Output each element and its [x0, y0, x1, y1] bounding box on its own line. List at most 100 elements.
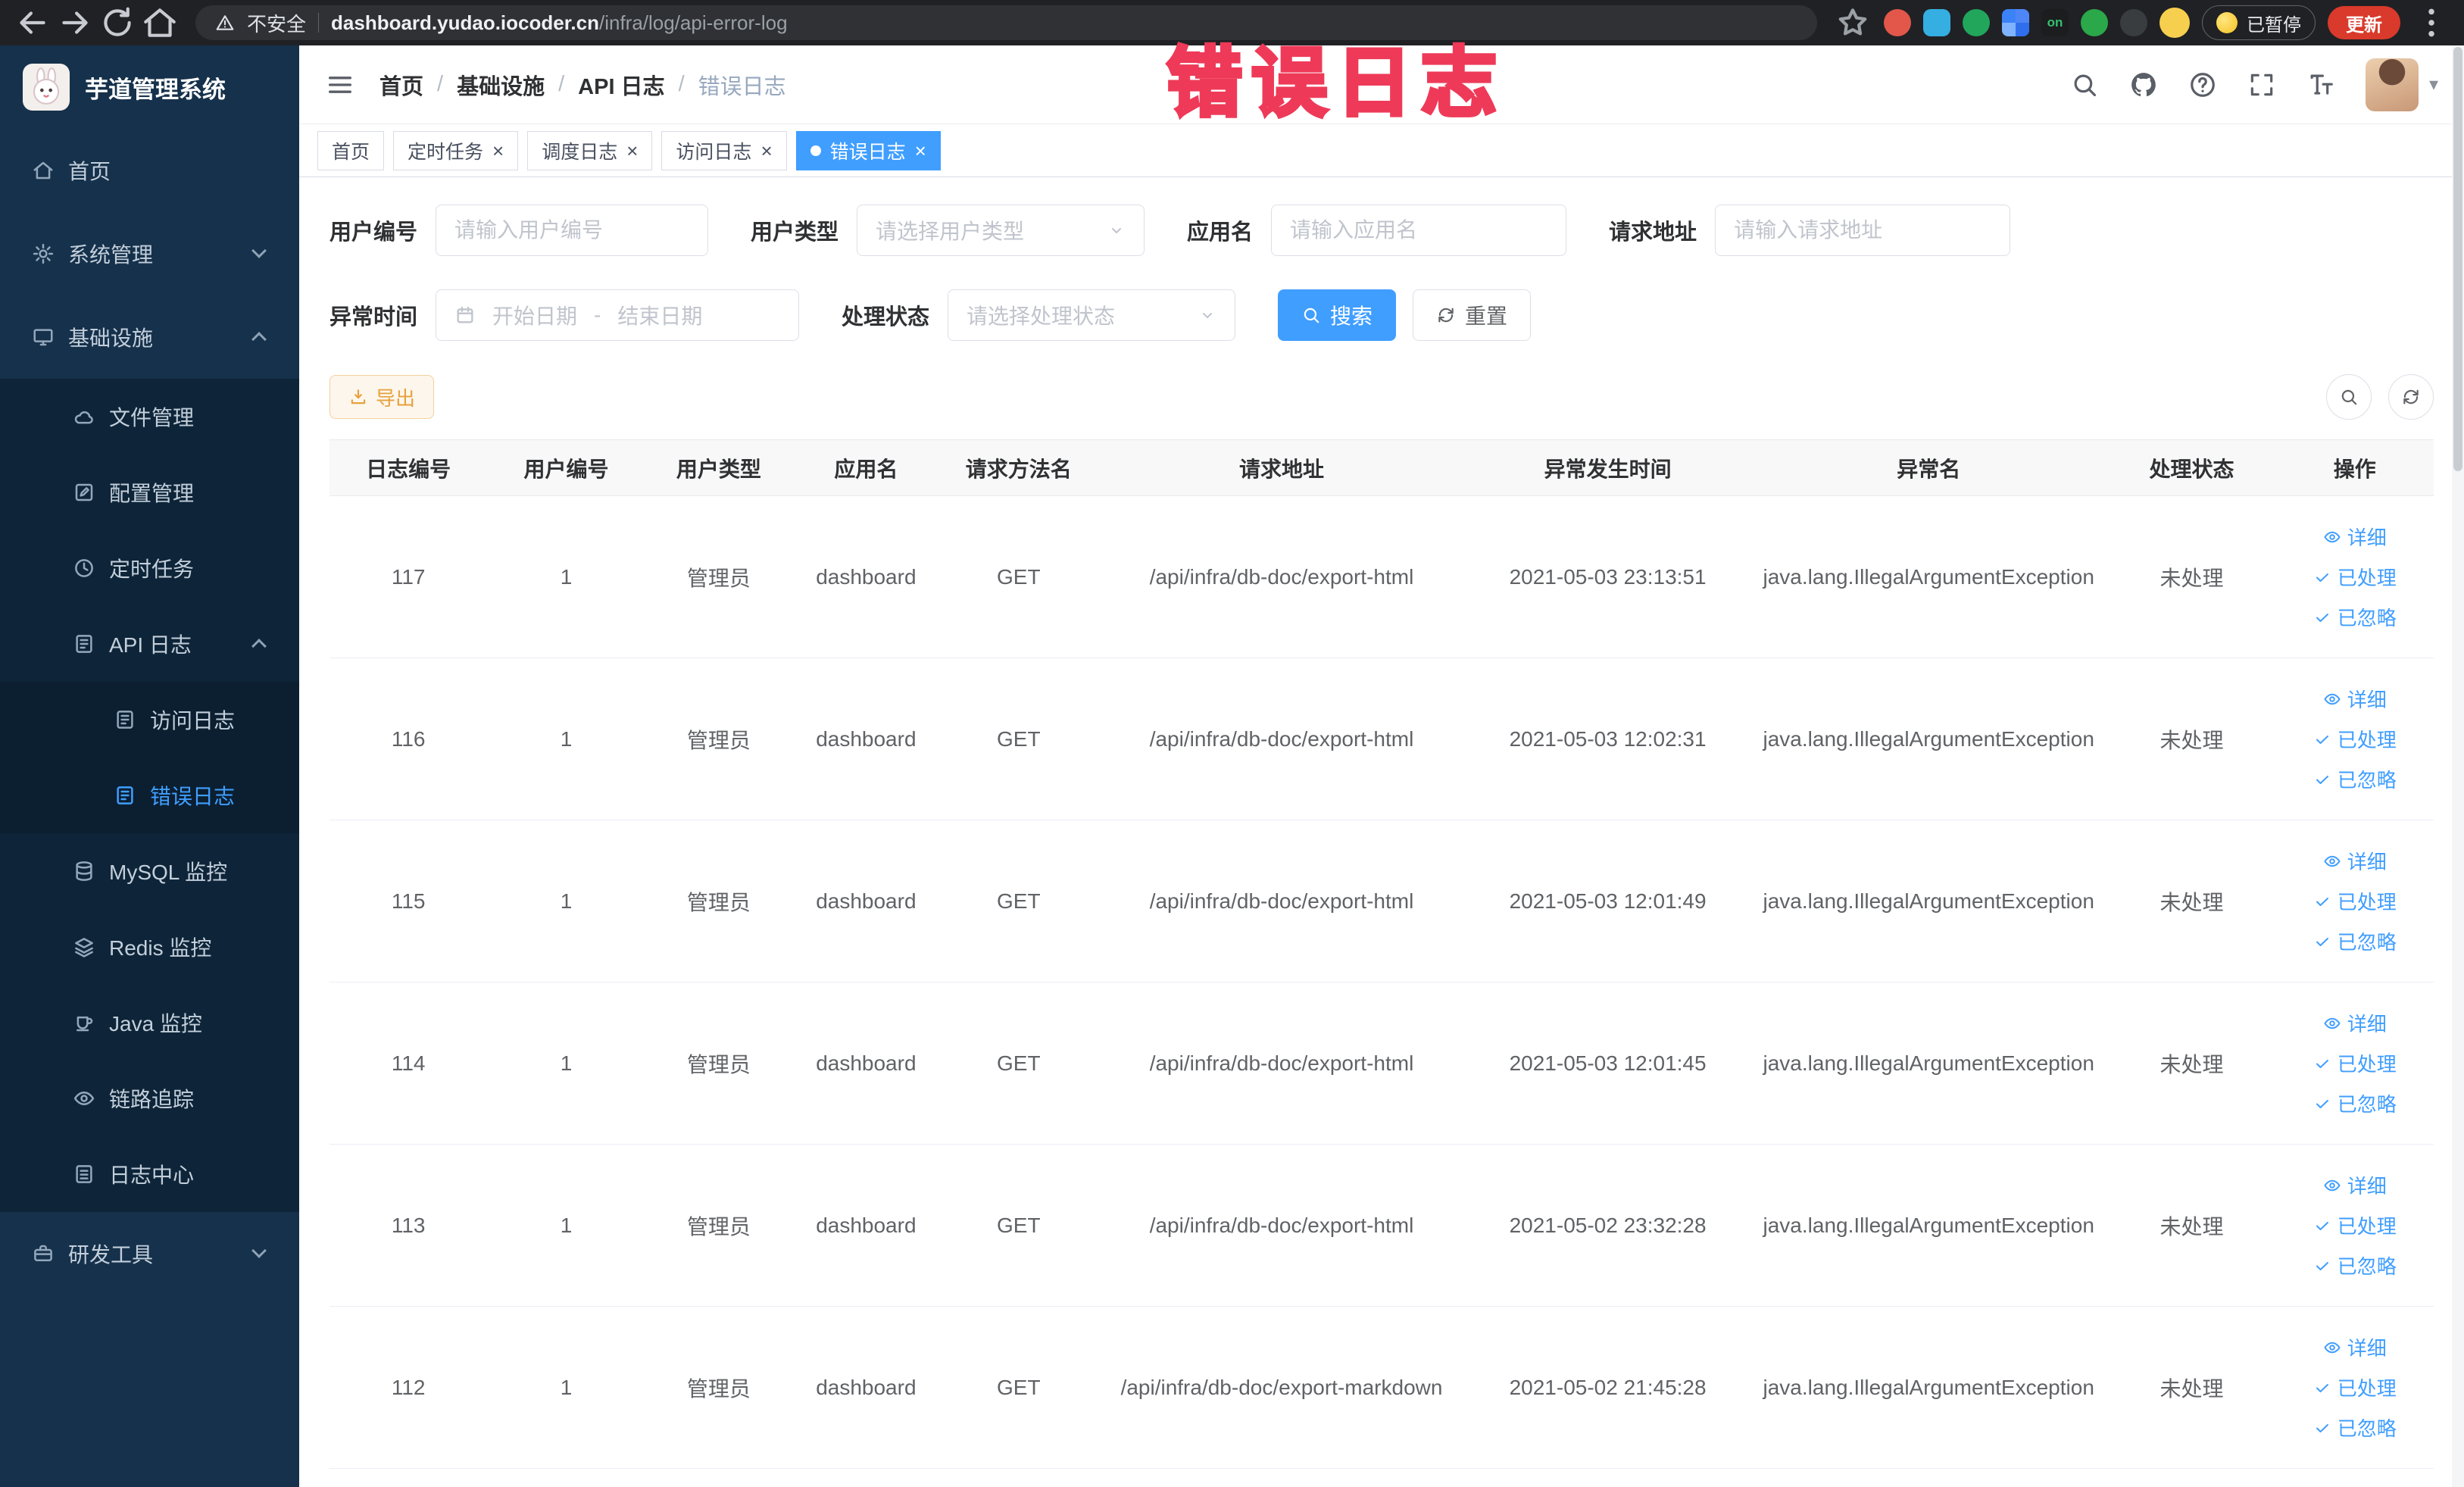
tab-home[interactable]: 首页 [317, 130, 385, 170]
user-menu[interactable]: ▾ [2365, 58, 2438, 111]
processed-link[interactable]: 已处理 [2313, 1211, 2397, 1239]
active-tab-dot [810, 145, 821, 156]
refresh-table-button[interactable] [2388, 374, 2434, 420]
tab-close-icon[interactable]: × [492, 141, 504, 161]
github-icon[interactable] [2129, 70, 2158, 99]
tab-api-error-log[interactable]: 错误日志 × [795, 130, 941, 170]
sidebar-item-home[interactable]: 首页 [0, 129, 299, 212]
forward-icon[interactable] [56, 4, 94, 42]
search-icon[interactable] [2070, 70, 2099, 99]
request-url-input[interactable] [1715, 205, 2011, 256]
ignored-link[interactable]: 已忽略 [2313, 1089, 2397, 1117]
ignored-link[interactable]: 已忽略 [2313, 765, 2397, 793]
sidebar-item-java[interactable]: Java 监控 [0, 985, 299, 1061]
sidebar-item-api-log[interactable]: API 日志 [0, 606, 299, 682]
processed-link[interactable]: 已处理 [2313, 1049, 2397, 1077]
extension-icon-red[interactable] [1884, 9, 1911, 36]
detail-link[interactable]: 详细 [2323, 847, 2387, 875]
processed-link[interactable]: 已处理 [2313, 1373, 2397, 1401]
sidebar-item-dev-tools[interactable]: 研发工具 [0, 1212, 299, 1295]
sidebar-item-job[interactable]: 定时任务 [0, 530, 299, 606]
toggle-search-button[interactable] [2326, 374, 2372, 420]
sidebar-item-file[interactable]: 文件管理 [0, 379, 299, 455]
user-type-select[interactable]: 请选择用户类型 [857, 205, 1145, 256]
action-label: 详细 [2347, 1337, 2387, 1360]
cell-url: /api/infra/db-doc/export-html [1097, 820, 1466, 982]
browser-profile-avatar[interactable] [2160, 8, 2190, 38]
extension-icon-paw[interactable] [2120, 9, 2147, 36]
log-icon [114, 784, 136, 807]
address-bar[interactable]: 不安全 dashboard.yudao.iocoder.cn/infra/log… [195, 5, 1817, 40]
sidebar-item-api-error-log[interactable]: 错误日志 [0, 758, 299, 833]
chevron-down-icon [1107, 221, 1126, 239]
detail-link[interactable]: 详细 [2323, 1009, 2387, 1037]
sidebar-item-label: MySQL 监控 [109, 861, 228, 884]
breadcrumb-item[interactable]: API 日志 [578, 69, 664, 101]
cell-user_id: 1 [487, 495, 645, 658]
scrollbar-thumb[interactable] [2453, 47, 2462, 471]
tab-close-icon[interactable]: × [915, 141, 926, 161]
action-label: 已忽略 [2337, 1255, 2397, 1278]
paused-chip[interactable]: 已暂停 [2202, 5, 2316, 40]
extension-icon-grid[interactable] [2002, 9, 2029, 36]
extension-icon-on-badge[interactable]: on [2041, 9, 2069, 36]
end-date-placeholder: 结束日期 [617, 305, 703, 328]
processed-link[interactable]: 已处理 [2313, 887, 2397, 915]
ignored-link[interactable]: 已忽略 [2313, 603, 2397, 631]
extension-icon-green[interactable] [1963, 9, 1990, 36]
app-name-input[interactable] [1271, 205, 1567, 256]
back-icon[interactable] [14, 4, 52, 42]
tab-label: 首页 [332, 141, 370, 163]
cell-method: GET [939, 820, 1098, 982]
tab-close-icon[interactable]: × [760, 141, 772, 161]
ignored-link[interactable]: 已忽略 [2313, 1414, 2397, 1442]
sidebar-item-mysql[interactable]: MySQL 监控 [0, 833, 299, 909]
sidebar-item-config[interactable]: 配置管理 [0, 455, 299, 530]
detail-link[interactable]: 详细 [2323, 523, 2387, 551]
search-button[interactable]: 搜索 [1278, 289, 1397, 341]
detail-link[interactable]: 详细 [2323, 685, 2387, 713]
tab-api-access-log[interactable]: 访问日志 × [661, 130, 787, 170]
sidebar-item-redis[interactable]: Redis 监控 [0, 909, 299, 985]
tab-close-icon[interactable]: × [626, 141, 638, 161]
tab-job-log[interactable]: 调度日志 × [527, 130, 653, 170]
sidebar-item-api-access-log[interactable]: 访问日志 [0, 682, 299, 758]
process-status-select[interactable]: 请选择处理状态 [948, 289, 1236, 341]
reset-button[interactable]: 重置 [1413, 289, 1532, 341]
extension-icon-leaf[interactable] [2081, 9, 2108, 36]
extension-icon-drop[interactable] [1923, 9, 1950, 36]
page-scrollbar[interactable] [2452, 45, 2464, 1487]
cell-url: /api/infra/db-doc/export-html [1097, 658, 1466, 820]
breadcrumb-item[interactable]: 首页 [379, 69, 423, 101]
fullscreen-icon[interactable] [2247, 70, 2276, 99]
check-icon [2313, 1419, 2331, 1437]
ignored-link[interactable]: 已忽略 [2313, 927, 2397, 955]
question-icon[interactable] [2188, 70, 2217, 99]
bookmark-star-icon[interactable] [1834, 4, 1872, 42]
sidebar-item-trace[interactable]: 链路追踪 [0, 1061, 299, 1136]
action-label: 已忽略 [2337, 769, 2397, 792]
reload-icon[interactable] [98, 4, 136, 42]
action-label: 详细 [2347, 851, 2387, 873]
detail-link[interactable]: 详细 [2323, 1333, 2387, 1361]
user-id-input[interactable] [436, 205, 709, 256]
kebab-menu-icon[interactable] [2412, 4, 2450, 42]
sidebar-item-system[interactable]: 系统管理 [0, 212, 299, 295]
browser-home-icon[interactable] [141, 4, 179, 42]
app-logo[interactable]: 芋道管理系统 [0, 45, 299, 129]
breadcrumb-item[interactable]: 基础设施 [457, 69, 545, 101]
ignored-link[interactable]: 已忽略 [2313, 1251, 2397, 1279]
font-size-icon[interactable] [2306, 70, 2335, 99]
hamburger-icon[interactable] [325, 70, 355, 100]
sidebar-item-infra[interactable]: 基础设施 [0, 295, 299, 379]
export-button[interactable]: 导出 [329, 375, 435, 419]
exception-time-range-picker[interactable]: 开始日期 - 结束日期 [436, 289, 800, 341]
detail-link[interactable]: 详细 [2323, 1171, 2387, 1199]
update-button[interactable]: 更新 [2328, 6, 2400, 39]
processed-link[interactable]: 已处理 [2313, 563, 2397, 591]
tab-job[interactable]: 定时任务 × [393, 130, 519, 170]
processed-link[interactable]: 已处理 [2313, 725, 2397, 753]
sidebar-item-log-center[interactable]: 日志中心 [0, 1136, 299, 1212]
cell-user_type: 管理员 [645, 1306, 793, 1469]
chevron-down-icon [1198, 306, 1216, 324]
